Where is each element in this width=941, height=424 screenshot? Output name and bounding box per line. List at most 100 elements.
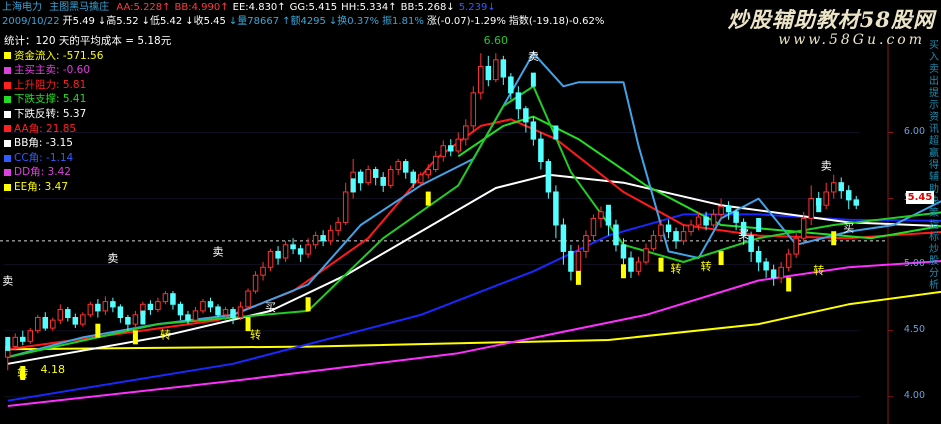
chart-annotation: 卖: [821, 160, 832, 173]
signal-mark-yellow: [305, 297, 311, 312]
candle-body: [628, 257, 634, 272]
stock-name: 上海电力: [2, 2, 42, 13]
signal-mark-cyan: [553, 125, 559, 140]
candle-body: [207, 301, 214, 308]
candle-body: [125, 317, 131, 325]
candle-body: [560, 224, 567, 252]
indicator-legend: 统计：120 天的平均成本 = 5.18元 资金流入: -571.56 主买主卖:…: [4, 34, 171, 195]
candle-body: [395, 161, 401, 170]
candle-body: [733, 211, 739, 223]
legend-label: 资金流入: -571.56: [14, 49, 104, 62]
quote-header: 2009/10/22 开5.49 ↓高5.52 ↓低5.42 ↓收5.45 ↓量78667…: [2, 16, 607, 28]
candle-body: [185, 314, 191, 321]
candle-body: [583, 235, 589, 252]
legend-swatch: [4, 183, 11, 191]
candle-body: [433, 155, 439, 171]
candle-body: [410, 171, 416, 184]
candle-body: [80, 314, 86, 325]
indicator-values: AA:5.228↑ BB:4.990↑ EE:4.830↑ GG:5.415 HH:5.…: [112, 2, 495, 13]
candle-body: [463, 125, 469, 140]
candle-body: [830, 182, 837, 193]
y-tick-label: 6.00: [903, 125, 925, 137]
candle-body: [793, 237, 799, 255]
candle-body: [680, 231, 687, 242]
candle-body: [290, 244, 296, 250]
candle-body: [575, 250, 582, 272]
candle-body: [478, 65, 484, 94]
quote-field: ↓高5.52: [97, 16, 139, 27]
candle-body: [455, 138, 462, 152]
candle-body: [523, 108, 529, 123]
chart-annotation: 卖: [107, 252, 118, 265]
candle-body: [530, 121, 537, 140]
candle-body: [162, 293, 169, 303]
candle-body: [590, 217, 597, 237]
candle-body: [372, 169, 379, 178]
candle-body: [50, 319, 56, 329]
quote-field: ↑额4295: [282, 16, 326, 27]
candle-body: [57, 309, 64, 321]
quote-field: 涨(-0.07)-1.29%: [426, 16, 506, 27]
candle-body: [102, 301, 109, 312]
candle-body: [785, 253, 792, 268]
candle-body: [568, 250, 574, 272]
candle-body: [200, 301, 206, 312]
chart-annotation: 卖: [528, 50, 539, 63]
signal-mark-yellow: [831, 231, 837, 246]
candle-body: [155, 301, 161, 311]
candle-body: [327, 229, 334, 242]
legend-label: DD角: 3.42: [14, 166, 71, 179]
brand-url: www.58Gu.com: [778, 32, 925, 48]
candle-body: [665, 224, 672, 233]
indicator-value: EE:4.830↑: [232, 2, 286, 13]
candle-body: [485, 65, 492, 81]
candle-body: [688, 224, 694, 233]
candle-body: [87, 303, 94, 316]
candle-body: [515, 92, 522, 110]
signal-mark-yellow: [425, 191, 431, 206]
legend-item: 下跌支撑: 5.41: [4, 92, 171, 107]
candle-body: [658, 224, 664, 237]
candle-body: [215, 306, 221, 316]
candle-body: [110, 301, 116, 308]
legend-label: AA角: 21.85: [14, 122, 77, 135]
candle-body: [838, 182, 844, 192]
chart-annotation: 转: [160, 328, 171, 342]
candle-body: [703, 216, 709, 226]
legend-item: 主买主卖: -0.60: [4, 63, 171, 78]
candle-body: [342, 191, 349, 223]
chart-annotation: 买: [843, 222, 854, 235]
indicator-header: 上海电力 主图黑马擒庄 AA:5.228↑ BB:4.990↑ EE:4.830↑ G…: [2, 2, 496, 14]
quote-field: 指数(-19.18)-0.62%: [508, 16, 605, 27]
signal-mark-cyan: [350, 178, 356, 193]
y-tick-label: 4.50: [903, 323, 925, 335]
signal-mark-yellow: [575, 270, 581, 285]
y-tick-label: 5.00: [903, 257, 925, 269]
legend-swatch: [4, 125, 11, 133]
indicator-value: BB:4.990↑: [174, 2, 229, 13]
candle-body: [12, 336, 19, 348]
chart-annotation: 买: [265, 301, 276, 314]
indicator-name[interactable]: 主图黑马擒庄: [49, 2, 109, 13]
legend-item: 资金流入: -571.56: [4, 49, 171, 64]
candle-body: [230, 309, 236, 319]
signal-mark-cyan: [605, 204, 611, 219]
candle-body: [320, 235, 326, 242]
candle-body: [823, 191, 829, 206]
signal-mark-yellow: [620, 264, 626, 279]
legend-swatch: [4, 52, 11, 60]
candle-body: [748, 235, 754, 252]
candle-body: [538, 138, 544, 163]
quote-field: 振1.81%: [382, 16, 424, 27]
candle-body: [282, 244, 289, 259]
candle-body: [380, 176, 386, 186]
candle-body: [718, 206, 724, 215]
quote-field: 2009/10/22: [2, 16, 60, 27]
candle-body: [493, 59, 499, 81]
candle-body: [267, 250, 274, 268]
candle-body: [845, 190, 852, 201]
candle-body: [755, 250, 762, 263]
legend-swatch: [4, 169, 11, 177]
candle-body: [650, 235, 657, 250]
quote-field: 开5.49: [62, 16, 95, 27]
